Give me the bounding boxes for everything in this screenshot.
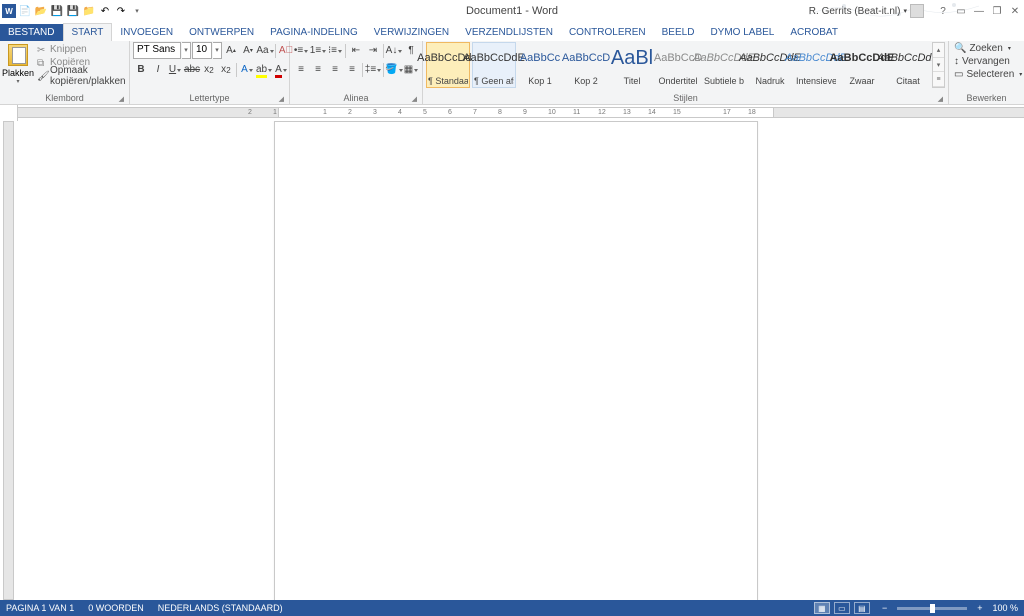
tab-insert[interactable]: INVOEGEN [112,24,181,41]
find-button[interactable]: 🔍Zoeken▾ [952,42,1013,55]
text-effects-button[interactable]: A [239,61,255,78]
line-spacing-button[interactable]: ‡≡ [365,61,381,78]
tab-references[interactable]: VERWIJZINGEN [366,24,457,41]
select-button[interactable]: ▭Selecteren▾ [952,68,1024,81]
qat-dropdown-icon[interactable]: ▾ [130,4,144,18]
zoom-out-button[interactable]: − [882,603,887,613]
change-case-button[interactable]: Aa [257,42,273,59]
redo-icon[interactable]: ↷ [114,4,128,18]
save-icon[interactable]: 💾 [50,4,64,18]
shading-button[interactable]: 🪣 [386,61,402,78]
tab-review[interactable]: CONTROLEREN [561,24,654,41]
ruler-corner [0,105,18,121]
superscript-button[interactable]: x2 [218,61,234,78]
font-name-input[interactable]: PT Sans [133,42,181,59]
minimize-icon[interactable]: — [972,4,986,18]
style-kop-1[interactable]: AaBbCcKop 1 [518,42,562,88]
justify-button[interactable]: ≡ [344,61,360,78]
document-canvas[interactable] [18,121,1024,600]
numbering-button[interactable]: 1≡ [310,42,326,59]
subscript-button[interactable]: x2 [201,61,217,78]
zoom-value[interactable]: 100 % [992,603,1018,613]
paste-icon [8,44,28,66]
zoom-in-button[interactable]: + [977,603,982,613]
shrink-font-button[interactable]: A▾ [240,42,256,59]
word-app-icon: W [2,4,16,18]
strike-button[interactable]: abc [184,61,200,78]
status-page[interactable]: PAGINA 1 VAN 1 [6,603,74,613]
group-clipboard-label: Klembord [45,93,84,103]
style-titel[interactable]: AaBlTitel [610,42,654,88]
font-dialog-icon[interactable]: ◢ [279,95,284,103]
view-web-icon[interactable]: ▤ [854,602,870,614]
status-lang[interactable]: NEDERLANDS (STANDAARD) [158,603,283,613]
style-citaat[interactable]: AaBbCcDdECitaat [886,42,930,88]
outdent-button[interactable]: ⇤ [348,42,364,59]
font-color-button[interactable]: A [273,61,289,78]
styles-scroll[interactable]: ▴▾≡ [932,42,945,88]
tab-acrobat[interactable]: ACROBAT [782,24,846,41]
font-size-dropdown[interactable]: ▾ [213,42,222,59]
tab-design[interactable]: ONTWERPEN [181,24,262,41]
align-right-button[interactable]: ≡ [327,61,343,78]
align-center-button[interactable]: ≡ [310,61,326,78]
saveas-icon[interactable]: 💾 [66,4,80,18]
replace-button[interactable]: ↕Vervangen [952,55,1012,68]
undo-icon[interactable]: ↶ [98,4,112,18]
paste-label: Plakken [2,68,34,78]
style-kop-2[interactable]: AaBbCcDKop 2 [564,42,608,88]
highlight-button[interactable]: ab [256,61,272,78]
format-painter-button[interactable]: 🖌Opmaak kopiëren/plakken [35,69,128,82]
bullets-button[interactable]: •≡ [293,42,309,59]
maximize-icon[interactable]: ❐ [990,4,1004,18]
tab-home[interactable]: START [63,23,113,41]
tab-dymo[interactable]: DYMO Label [702,24,782,41]
font-size-input[interactable]: 10 [192,42,212,59]
ruler-vertical[interactable] [0,121,18,600]
document-page[interactable] [274,121,758,600]
status-words[interactable]: 0 WOORDEN [88,603,144,613]
styles-dialog-icon[interactable]: ◢ [938,95,943,103]
font-name-dropdown[interactable]: ▾ [182,42,191,59]
zoom-slider[interactable] [897,607,967,610]
folder-icon[interactable]: 📁 [82,4,96,18]
indent-button[interactable]: ⇥ [365,42,381,59]
help-icon[interactable]: ? [936,4,950,18]
new-icon[interactable]: 📄 [18,4,32,18]
cut-button[interactable]: ✂Knippen [35,43,128,56]
window-title: Document1 - Word [466,5,558,17]
clipboard-dialog-icon[interactable]: ◢ [119,95,124,103]
avatar[interactable] [910,4,924,18]
close-icon[interactable]: ✕ [1008,4,1022,18]
paste-button[interactable]: Plakken ▾ [3,42,33,90]
ribbon-opts-icon[interactable]: ▭ [954,4,968,18]
group-para-label: Alinea [343,93,368,103]
grow-font-button[interactable]: A▴ [223,42,239,59]
view-print-icon[interactable]: ▦ [814,602,830,614]
tab-layout[interactable]: PAGINA-INDELING [262,24,366,41]
ruler-horizontal[interactable]: 211234567891011121314151718 [18,105,1024,121]
bold-button[interactable]: B [133,61,149,78]
para-dialog-icon[interactable]: ◢ [412,95,417,103]
underline-button[interactable]: U [167,61,183,78]
sort-button[interactable]: A↓ [386,42,402,59]
view-read-icon[interactable]: ▭ [834,602,850,614]
align-left-button[interactable]: ≡ [293,61,309,78]
italic-button[interactable]: I [150,61,166,78]
multilevel-button[interactable]: ⁝≡ [327,42,343,59]
open-icon[interactable]: 📂 [34,4,48,18]
user-name[interactable]: R. Gerrits (Beat-it.nl) [809,6,901,17]
style--geen-afs-[interactable]: AaBbCcDdE¶ Geen afs... [472,42,516,88]
group-font-label: Lettertype [189,93,229,103]
group-styles-label: Stijlen [673,93,698,103]
tab-file[interactable]: BESTAND [0,24,63,41]
tab-mailings[interactable]: VERZENDLIJSTEN [457,24,561,41]
group-editing-label: Bewerken [966,93,1006,103]
tab-view[interactable]: BEELD [654,24,703,41]
